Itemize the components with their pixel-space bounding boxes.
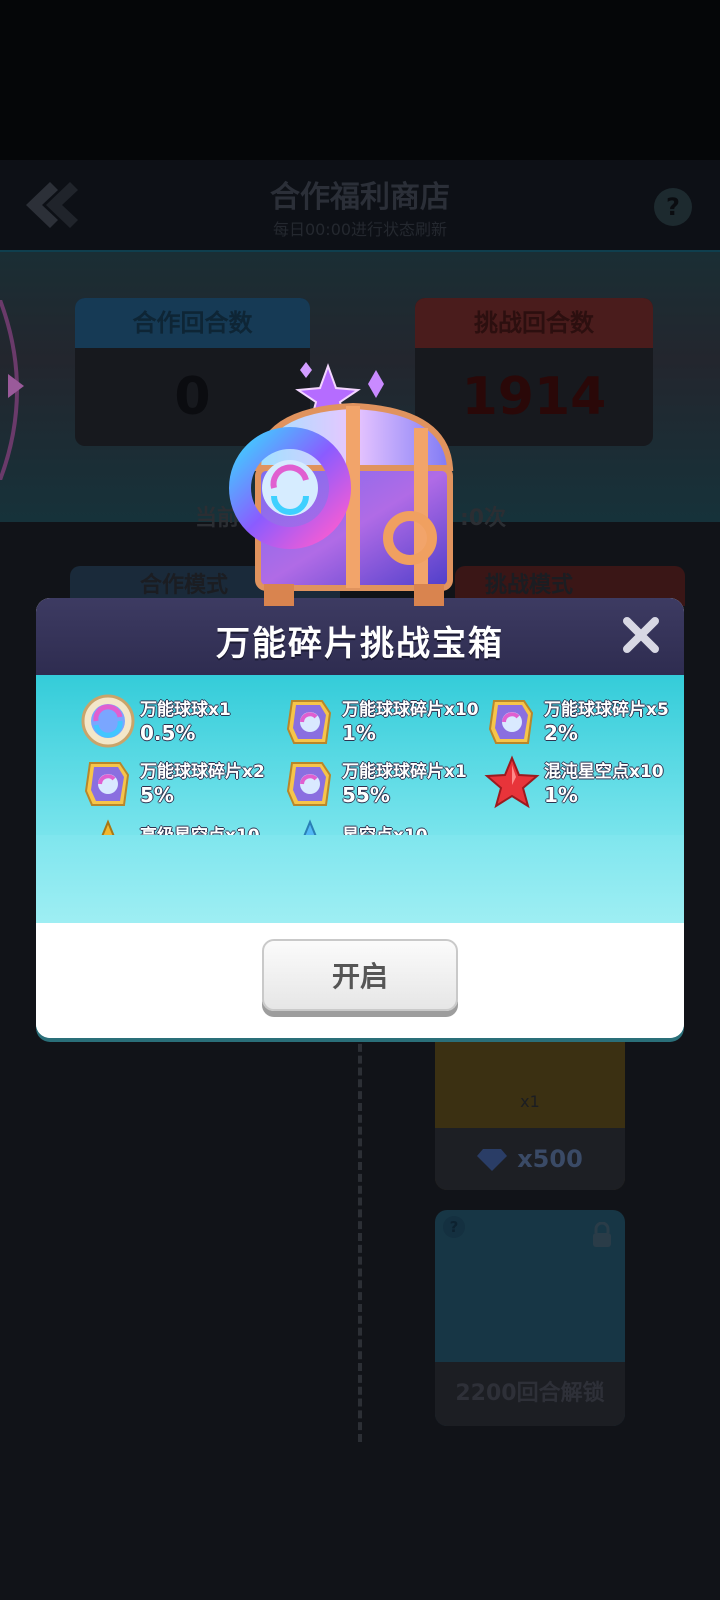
timeline-divider [358,1032,362,1442]
reward-chance: 5% [140,783,174,807]
red-star-icon [484,755,540,809]
universal-ball-icon [81,694,135,748]
open-chest-button[interactable]: 开启 [262,939,458,1011]
reward-card-locked[interactable]: ? 2200回合解锁 [435,1210,625,1426]
card-price[interactable]: x500 [435,1128,625,1190]
info-icon[interactable]: ? [443,1216,465,1238]
shop-header: 合作福利商店 每日00:00进行状态刷新 ? [0,160,720,252]
ball-fragment-icon [84,762,130,806]
reward-item: 万能球球碎片x5 2% [484,689,684,751]
coop-rounds-label: 合作回合数 [75,298,310,348]
reward-item: 万能球球碎片x2 5% [80,751,280,813]
reward-chance: 1% [544,783,578,807]
close-icon[interactable] [618,612,664,658]
reward-item: 混沌星空点x10 1% [484,751,684,813]
reward-name: 混沌星空点x10 [544,762,664,782]
shop-title: 合作福利商店 [270,180,450,215]
reward-item: 万能球球碎片x10 1% [282,689,482,751]
side-arrow-icon[interactable] [0,300,36,480]
reward-card-purchase[interactable]: x1 x500 [435,1030,625,1190]
reward-chance: 55% [342,783,390,807]
challenge-rounds-label: 挑战回合数 [415,298,653,348]
reward-name: 万能球球碎片x1 [342,762,467,782]
chest-reward-dialog: 万能碎片挑战宝箱 万能球球x1 0.5% 万能球球碎片x10 1% 万能球球碎片… [36,598,684,1038]
card-unlock-requirement: 2200回合解锁 [435,1362,625,1426]
reward-item: 万能球球碎片x1 55% [282,751,482,813]
scroll-fade [36,835,684,923]
reward-name: 万能球球碎片x5 [544,700,669,720]
ball-fragment-icon [286,762,332,806]
reward-name: 万能球球碎片x10 [342,700,479,720]
lock-icon [593,1222,611,1247]
reward-item: 万能球球x1 0.5% [80,689,280,751]
ball-fragment-icon [488,700,534,744]
dialog-footer: 开启 [36,923,684,1038]
reward-name: 万能球球碎片x2 [140,762,265,782]
shop-subtitle: 每日00:00进行状态刷新 [272,220,448,239]
card-price-value: x500 [517,1145,583,1173]
treasure-chest-icon [229,362,454,606]
ball-fragment-icon [286,700,332,744]
top-bar [0,0,720,160]
diamond-icon [477,1149,508,1171]
reward-list: 万能球球x1 0.5% 万能球球碎片x10 1% 万能球球碎片x5 2% 万能球… [36,675,684,923]
reward-name: 万能球球x1 [140,700,231,720]
card-count: x1 [520,1092,540,1111]
reward-chance: 1% [342,721,376,745]
reward-chance: 2% [544,721,578,745]
help-icon[interactable]: ? [654,188,692,226]
reward-chance: 0.5% [140,721,196,745]
